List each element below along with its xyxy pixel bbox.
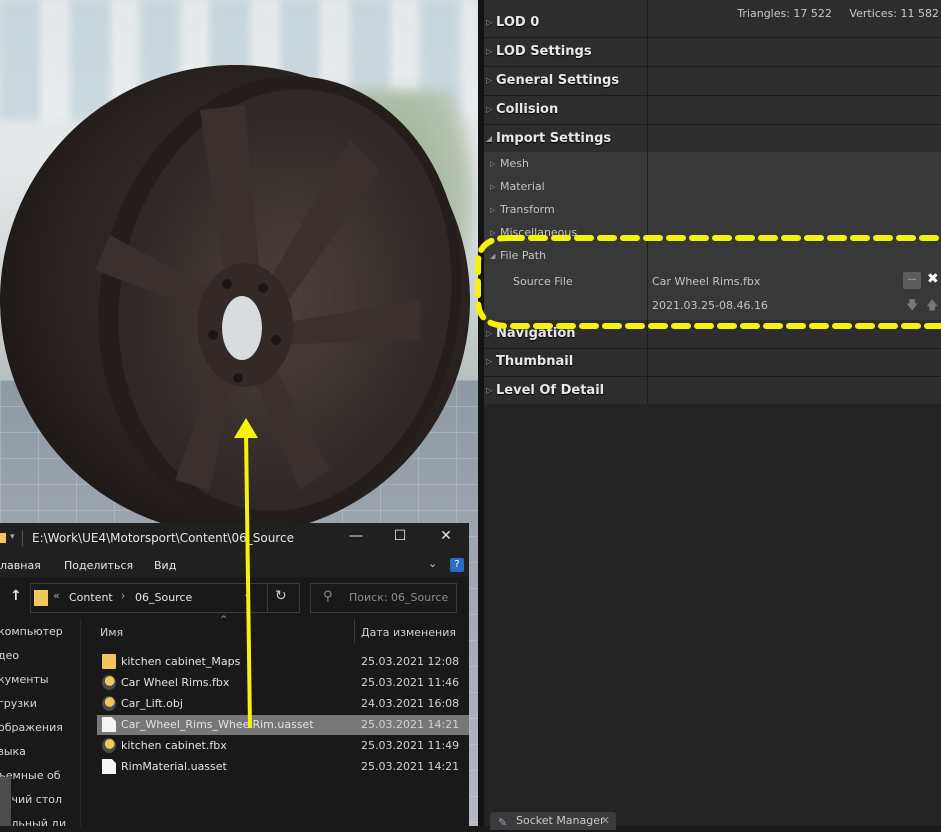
annotation-overlay [234,235,941,729]
annotation-arrow-head [234,418,258,438]
highlight-dashed-outline [475,235,941,329]
annotation-arrow-line [244,431,252,729]
